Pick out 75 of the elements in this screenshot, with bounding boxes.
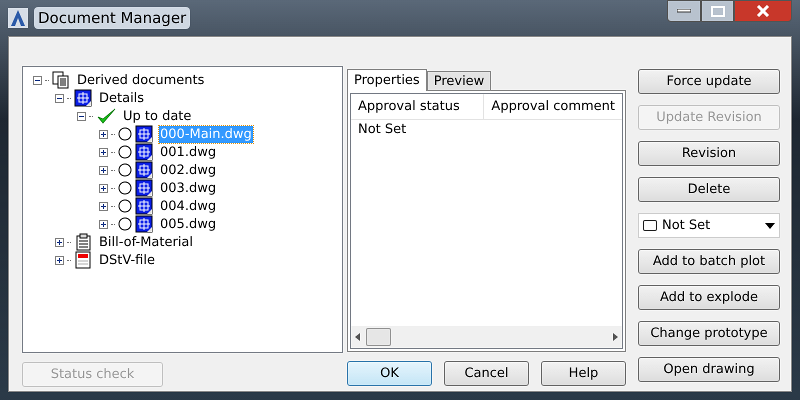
horizontal-scrollbar[interactable]	[351, 326, 622, 348]
plus-icon	[100, 166, 107, 174]
action-button[interactable]: Add to batch plot	[638, 249, 780, 274]
plus-icon	[56, 238, 63, 246]
status-dropdown[interactable]: Not Set	[638, 213, 780, 238]
status-circle-icon	[118, 163, 132, 177]
expand-toggle[interactable]	[99, 166, 108, 174]
status-circle-icon	[118, 181, 132, 195]
minimize-icon	[677, 9, 691, 13]
plus-icon	[100, 148, 107, 156]
drawing-file-icon	[135, 161, 153, 179]
status-circle-icon	[118, 127, 132, 141]
drawing-file-icon	[135, 125, 153, 143]
column-header[interactable]: Approval comment	[484, 94, 622, 119]
plus-icon	[100, 202, 107, 210]
close-icon	[756, 5, 770, 17]
expand-toggle[interactable]	[99, 202, 108, 210]
tree-item[interactable]: 003.dwg	[159, 180, 218, 196]
app-logo-icon	[8, 8, 28, 28]
maximize-button[interactable]	[701, 0, 734, 22]
tree-item[interactable]: 002.dwg	[159, 162, 218, 178]
document-icon	[74, 251, 92, 269]
close-button[interactable]	[734, 0, 792, 22]
tree-item[interactable]: Bill-of-Material	[98, 234, 194, 250]
action-button[interactable]: Revision	[638, 141, 780, 166]
scrollbar-thumb[interactable]	[366, 328, 391, 346]
expand-toggle[interactable]	[99, 184, 108, 192]
drawing-file-icon	[135, 179, 153, 197]
window-title: Document Manager	[34, 6, 190, 30]
dropdown-arrow-icon	[765, 222, 775, 228]
tab[interactable]: Preview	[426, 71, 492, 90]
tree-item[interactable]: DStV-file	[98, 252, 156, 268]
dialog-button[interactable]: Help	[541, 361, 626, 386]
checkmark-icon	[96, 107, 116, 125]
collapse-toggle[interactable]	[55, 94, 64, 102]
scroll-right-icon[interactable]	[613, 333, 618, 341]
dialog-button[interactable]: Cancel	[444, 361, 529, 386]
drawing-file-icon	[135, 143, 153, 161]
action-button[interactable]: Force update	[638, 69, 780, 94]
tree-item[interactable]: 005.dwg	[159, 216, 218, 232]
minimize-button[interactable]	[667, 0, 701, 22]
collapse-toggle[interactable]	[33, 76, 42, 84]
action-button[interactable]: Delete	[638, 177, 780, 202]
tree-item[interactable]: Details	[98, 90, 146, 106]
status-circle-icon	[118, 145, 132, 159]
action-button[interactable]: Add to explode	[638, 285, 780, 310]
action-button[interactable]: Change prototype	[638, 321, 780, 346]
plus-icon	[56, 256, 63, 264]
tab[interactable]: Properties	[347, 69, 427, 91]
column-header[interactable]: Approval status	[351, 94, 484, 119]
maximize-icon	[710, 6, 724, 16]
plus-icon	[100, 220, 107, 228]
plus-icon	[100, 130, 107, 138]
drawing-file-icon	[135, 197, 153, 215]
drawing-file-icon	[74, 89, 92, 107]
table-cell-text: Not Set	[357, 121, 408, 140]
scroll-left-icon[interactable]	[355, 333, 360, 341]
documents-icon	[52, 71, 70, 89]
expand-toggle[interactable]	[99, 130, 108, 138]
tree-item[interactable]: Up to date	[122, 108, 192, 124]
clipboard-list-icon	[74, 233, 92, 251]
tree-item[interactable]: 001.dwg	[159, 144, 218, 160]
dialog-button[interactable]: OK	[347, 361, 432, 386]
status-circle-icon	[118, 217, 132, 231]
expand-toggle[interactable]	[55, 238, 64, 246]
drawing-file-icon	[135, 215, 153, 233]
expand-toggle[interactable]	[99, 148, 108, 156]
expand-toggle[interactable]	[55, 256, 64, 264]
tree-item[interactable]: Derived documents	[76, 72, 206, 88]
collapse-toggle[interactable]	[77, 112, 86, 120]
action-button[interactable]: Open drawing	[638, 357, 780, 382]
plus-icon	[100, 184, 107, 192]
status-circle-icon	[118, 199, 132, 213]
expand-toggle[interactable]	[99, 220, 108, 228]
tree-item[interactable]: 004.dwg	[159, 198, 218, 214]
